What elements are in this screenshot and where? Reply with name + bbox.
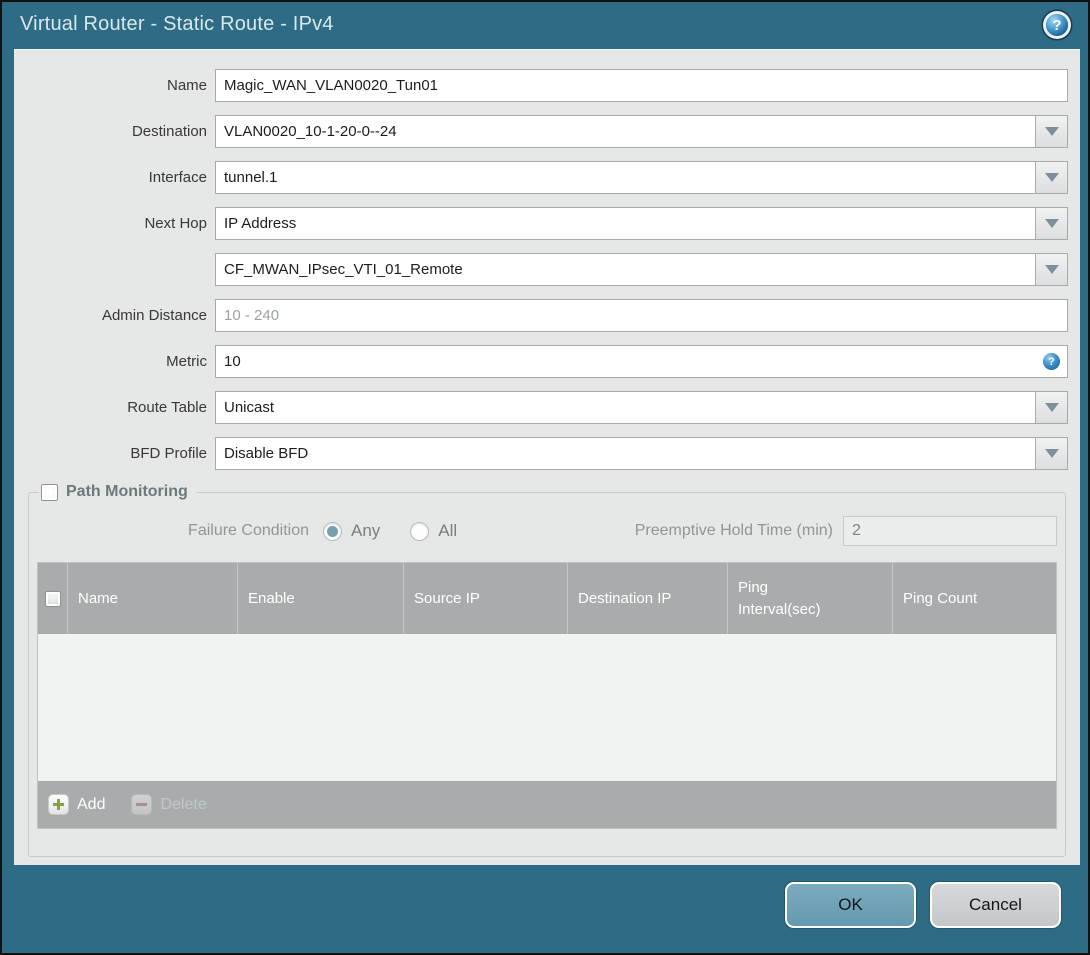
next-hop-label: Next Hop (144, 215, 207, 232)
chevron-down-icon (1044, 219, 1059, 228)
path-monitoring-toggle[interactable]: Path Monitoring (39, 483, 196, 501)
chevron-down-icon (1044, 173, 1059, 182)
path-monitoring-section: Path Monitoring Failure Condition Any Al… (28, 483, 1066, 857)
table-header: Name Enable Source IP Destination IP Pin… (38, 563, 1056, 634)
failure-condition-any-radio[interactable] (323, 521, 342, 541)
bfd-profile-row: BFD Profile (14, 437, 1068, 470)
next-hop-address-dropdown-button[interactable] (1035, 253, 1068, 286)
table-toolbar: Add Delete (38, 781, 1056, 828)
column-header-destination-ip[interactable]: Destination IP (568, 563, 728, 634)
route-table-dropdown-button[interactable] (1035, 391, 1068, 424)
minus-icon (131, 794, 153, 815)
select-all-cell (38, 563, 68, 634)
next-hop-address-input[interactable] (215, 253, 1035, 286)
route-table-label: Route Table (127, 399, 207, 416)
admin-distance-row: Admin Distance (14, 299, 1068, 332)
next-hop-row: Next Hop (14, 207, 1068, 240)
chevron-down-icon (1044, 127, 1059, 136)
help-icon[interactable] (1046, 14, 1068, 36)
preemptive-hold-time-label: Preemptive Hold Time (min) (634, 522, 833, 539)
path-monitoring-table: Name Enable Source IP Destination IP Pin… (37, 562, 1057, 829)
select-all-checkbox[interactable] (44, 590, 61, 607)
name-row: Name (14, 69, 1068, 102)
ok-button[interactable]: OK (785, 882, 916, 928)
chevron-down-icon (1044, 265, 1059, 274)
name-input[interactable] (215, 69, 1068, 102)
chevron-down-icon (1044, 403, 1059, 412)
preemptive-hold-time-group: Preemptive Hold Time (min) (635, 516, 1057, 546)
admin-distance-input[interactable] (215, 299, 1068, 332)
chevron-down-icon (1044, 449, 1059, 458)
admin-distance-label: Admin Distance (101, 307, 207, 324)
destination-dropdown-button[interactable] (1035, 115, 1068, 148)
route-table-input[interactable] (215, 391, 1035, 424)
destination-row: Destination (14, 115, 1068, 148)
next-hop-type-input[interactable] (215, 207, 1035, 240)
name-label: Name (166, 77, 207, 94)
table-body-empty[interactable] (38, 634, 1056, 781)
destination-input[interactable] (215, 115, 1035, 148)
failure-condition-row: Failure Condition Any All Preemptive Hol… (37, 515, 1057, 547)
column-header-name[interactable]: Name (68, 563, 238, 634)
add-button-label: Add (77, 795, 106, 813)
delete-button[interactable]: Delete (131, 794, 207, 815)
path-monitoring-checkbox[interactable] (41, 483, 58, 501)
interface-input[interactable] (215, 161, 1035, 194)
metric-label: Metric (166, 353, 207, 370)
metric-input[interactable] (215, 345, 1068, 378)
interface-label: Interface (148, 169, 207, 186)
next-hop-address-row (14, 253, 1068, 286)
path-monitoring-label: Path Monitoring (66, 483, 188, 500)
bfd-profile-input[interactable] (215, 437, 1035, 470)
failure-condition-any-label: Any (351, 521, 381, 540)
failure-condition-label: Failure Condition (188, 522, 309, 539)
bfd-profile-dropdown-button[interactable] (1035, 437, 1068, 470)
delete-button-label: Delete (160, 795, 207, 813)
failure-condition-all-label: All (438, 521, 458, 540)
column-header-source-ip[interactable]: Source IP (404, 563, 568, 634)
interface-dropdown-button[interactable] (1035, 161, 1068, 194)
destination-label: Destination (131, 123, 207, 140)
preemptive-hold-time-input[interactable] (843, 516, 1057, 546)
bfd-profile-label: BFD Profile (130, 445, 207, 462)
next-hop-dropdown-button[interactable] (1035, 207, 1068, 240)
dialog-titlebar: Virtual Router - Static Route - IPv4 (4, 2, 1086, 47)
dialog-content: Name Destination Interface (14, 49, 1080, 865)
column-header-enable[interactable]: Enable (238, 563, 404, 634)
route-table-row: Route Table (14, 391, 1068, 424)
metric-help-icon[interactable] (1043, 353, 1060, 370)
dialog-title: Virtual Router - Static Route - IPv4 (20, 13, 334, 35)
column-header-ping-interval[interactable]: Ping Interval(sec) (728, 563, 893, 634)
failure-condition-all-radio[interactable] (410, 521, 430, 541)
interface-row: Interface (14, 161, 1068, 194)
static-route-dialog: Virtual Router - Static Route - IPv4 Nam… (0, 0, 1090, 955)
cancel-button[interactable]: Cancel (930, 882, 1061, 928)
column-header-ping-count[interactable]: Ping Count (893, 563, 1056, 634)
add-button[interactable]: Add (48, 794, 105, 815)
plus-icon (48, 794, 69, 815)
metric-row: Metric (14, 345, 1068, 378)
